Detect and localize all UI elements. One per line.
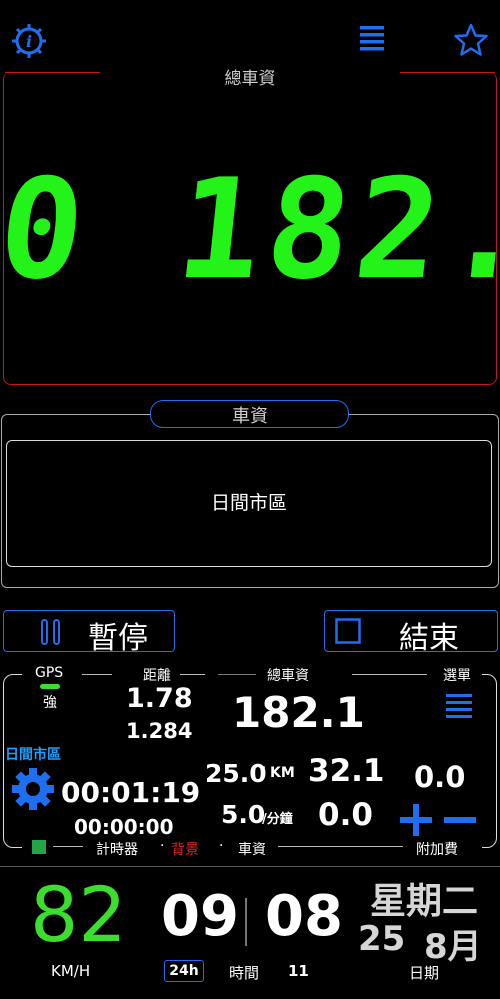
- wait-time: 00:00:00: [74, 815, 174, 839]
- header-divider-1: [82, 674, 112, 675]
- meter-display: 0 182.1: [0, 149, 500, 310]
- footer-divider-1: [53, 846, 83, 847]
- total-value: 182.1: [232, 688, 365, 737]
- elapsed-time: 00:01:19: [61, 776, 201, 809]
- rate-per-km-unit: / KM: [260, 765, 295, 781]
- mode-label: 日間市區: [5, 747, 61, 763]
- gear-icon: [12, 768, 54, 810]
- timer-indicator[interactable]: [32, 840, 46, 854]
- fare-type-title: 車資: [232, 406, 268, 427]
- favorite-button[interactable]: [453, 22, 489, 58]
- rate-per-km: 25.0: [205, 759, 267, 788]
- speed-unit: KM/H: [51, 962, 91, 980]
- minus-icon: [444, 817, 476, 823]
- header-divider-4: [352, 674, 427, 675]
- clock-seconds: 11: [288, 962, 309, 980]
- surcharge-value: 0.0: [414, 760, 466, 794]
- weekday: 星期二: [370, 881, 479, 922]
- fare-label: 車資: [238, 842, 266, 858]
- background-label[interactable]: 背景: [171, 839, 199, 859]
- time-label: 時間: [229, 964, 260, 982]
- settings-button[interactable]: [10, 766, 56, 812]
- fare-type-selector[interactable]: 日間市區: [6, 440, 492, 567]
- clock-hour: 09: [161, 884, 239, 949]
- total-label: 總車資: [267, 668, 309, 684]
- rate-per-min-unit: /分鐘: [262, 812, 293, 827]
- footer-divider-2: [278, 846, 403, 847]
- stop-square-icon: [335, 618, 361, 644]
- header-divider-3: [218, 674, 256, 675]
- gps-label: GPS: [35, 665, 64, 681]
- footer-top-line: [0, 866, 500, 867]
- surcharge-label: 附加費: [416, 842, 458, 858]
- list-icon: [360, 26, 384, 51]
- timer-label: 計時器: [96, 842, 138, 858]
- clock-minute: 08: [265, 884, 343, 949]
- pause-button[interactable]: 暫停: [3, 610, 175, 656]
- plus-icon: [400, 804, 432, 836]
- fare-type-value: 日間市區: [210, 492, 287, 514]
- pause-label: 暫停: [88, 621, 148, 656]
- rate-per-min-value: 0.0: [318, 797, 373, 833]
- distance-label: 距離: [143, 668, 171, 684]
- end-label: 結束: [399, 621, 459, 656]
- end-button[interactable]: 結束: [324, 610, 498, 656]
- rate-per-km-value: 32.1: [308, 753, 385, 789]
- gps-strength: 強: [43, 695, 57, 711]
- info-gear-icon: i: [12, 24, 46, 58]
- distance-sub: 1.284: [126, 719, 193, 743]
- menu-label: 選單: [443, 668, 471, 684]
- distance-main: 1.78: [126, 683, 193, 714]
- pause-icon: [41, 619, 60, 645]
- time-format-label: 24h: [169, 963, 199, 979]
- dot-separator-2: ·: [219, 838, 224, 854]
- meter-title: 總車資: [224, 69, 276, 89]
- clock-divider: [245, 898, 247, 946]
- date-month: 8月: [424, 927, 482, 967]
- surcharge-minus-button[interactable]: [442, 804, 478, 836]
- star-icon: [454, 23, 488, 56]
- svg-text:i: i: [26, 32, 32, 51]
- dot-separator-1: ·: [160, 838, 165, 854]
- header-divider-2: [180, 674, 205, 675]
- list-icon: [446, 694, 472, 718]
- date-label: 日期: [409, 964, 440, 982]
- gps-signal-bar: [40, 684, 60, 689]
- info-button[interactable]: i: [10, 22, 48, 60]
- surcharge-plus-button[interactable]: [398, 804, 434, 836]
- time-format-badge[interactable]: 24h: [164, 960, 204, 982]
- menu-button[interactable]: [358, 24, 386, 56]
- speed-value: 82: [30, 870, 127, 959]
- rate-per-min: 5.0: [221, 800, 266, 829]
- stats-menu-button[interactable]: [445, 692, 473, 722]
- date-day: 25: [358, 919, 406, 959]
